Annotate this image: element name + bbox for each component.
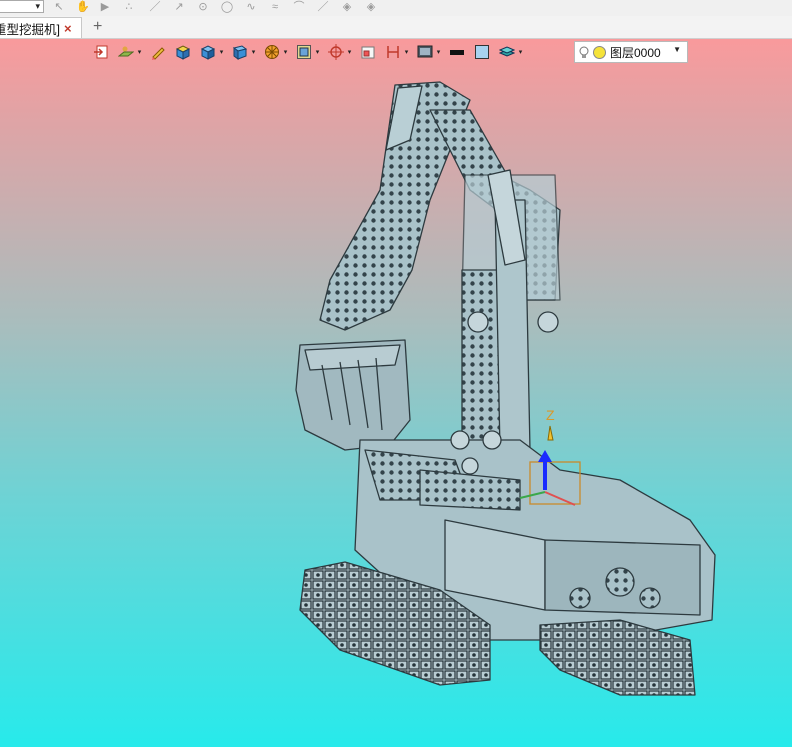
document-tab[interactable]: [重型挖掘机] ×: [0, 17, 82, 38]
z-axis-label: Z: [546, 407, 555, 423]
new-tab-button[interactable]: +: [93, 18, 102, 36]
right-track: [539, 619, 696, 696]
polyline-icon[interactable]: ／: [316, 1, 330, 14]
3d-viewport[interactable]: ▾ ▾ ▾ ▾ ▾ ▾ ▾ ▾ ▾ 图层0000 ▼ Z: [0, 39, 792, 747]
stack-icon[interactable]: ◈: [364, 1, 378, 14]
points-icon[interactable]: ∴: [122, 1, 136, 14]
document-tab-bar: [重型挖掘机] × +: [0, 16, 792, 39]
excavator-model[interactable]: [0, 39, 792, 747]
spline-icon[interactable]: ≈: [268, 1, 282, 14]
layers-icon[interactable]: ◈: [340, 1, 354, 14]
document-tab-label: [重型挖掘机]: [0, 22, 60, 37]
hand-icon[interactable]: ✋: [76, 1, 90, 14]
cursor-icon[interactable]: ↖: [52, 1, 66, 14]
curve-icon[interactable]: ∿: [244, 1, 258, 14]
close-icon[interactable]: ×: [64, 21, 72, 36]
circle-center-icon[interactable]: ⊙: [196, 1, 210, 14]
line-icon[interactable]: ／: [148, 1, 162, 14]
top-toolbar-strip: ▾ ↖ ✋ ▶ ∴ ／ ↗ ⊙ ◯ ∿ ≈ ⌒ ／ ◈ ◈: [0, 0, 792, 17]
circle-icon[interactable]: ◯: [220, 1, 234, 14]
play-icon[interactable]: ▶: [98, 1, 112, 14]
arc-icon[interactable]: ⌒: [292, 1, 306, 14]
top-dropdown[interactable]: ▾: [0, 0, 44, 13]
arrow-line-icon[interactable]: ↗: [172, 1, 186, 14]
